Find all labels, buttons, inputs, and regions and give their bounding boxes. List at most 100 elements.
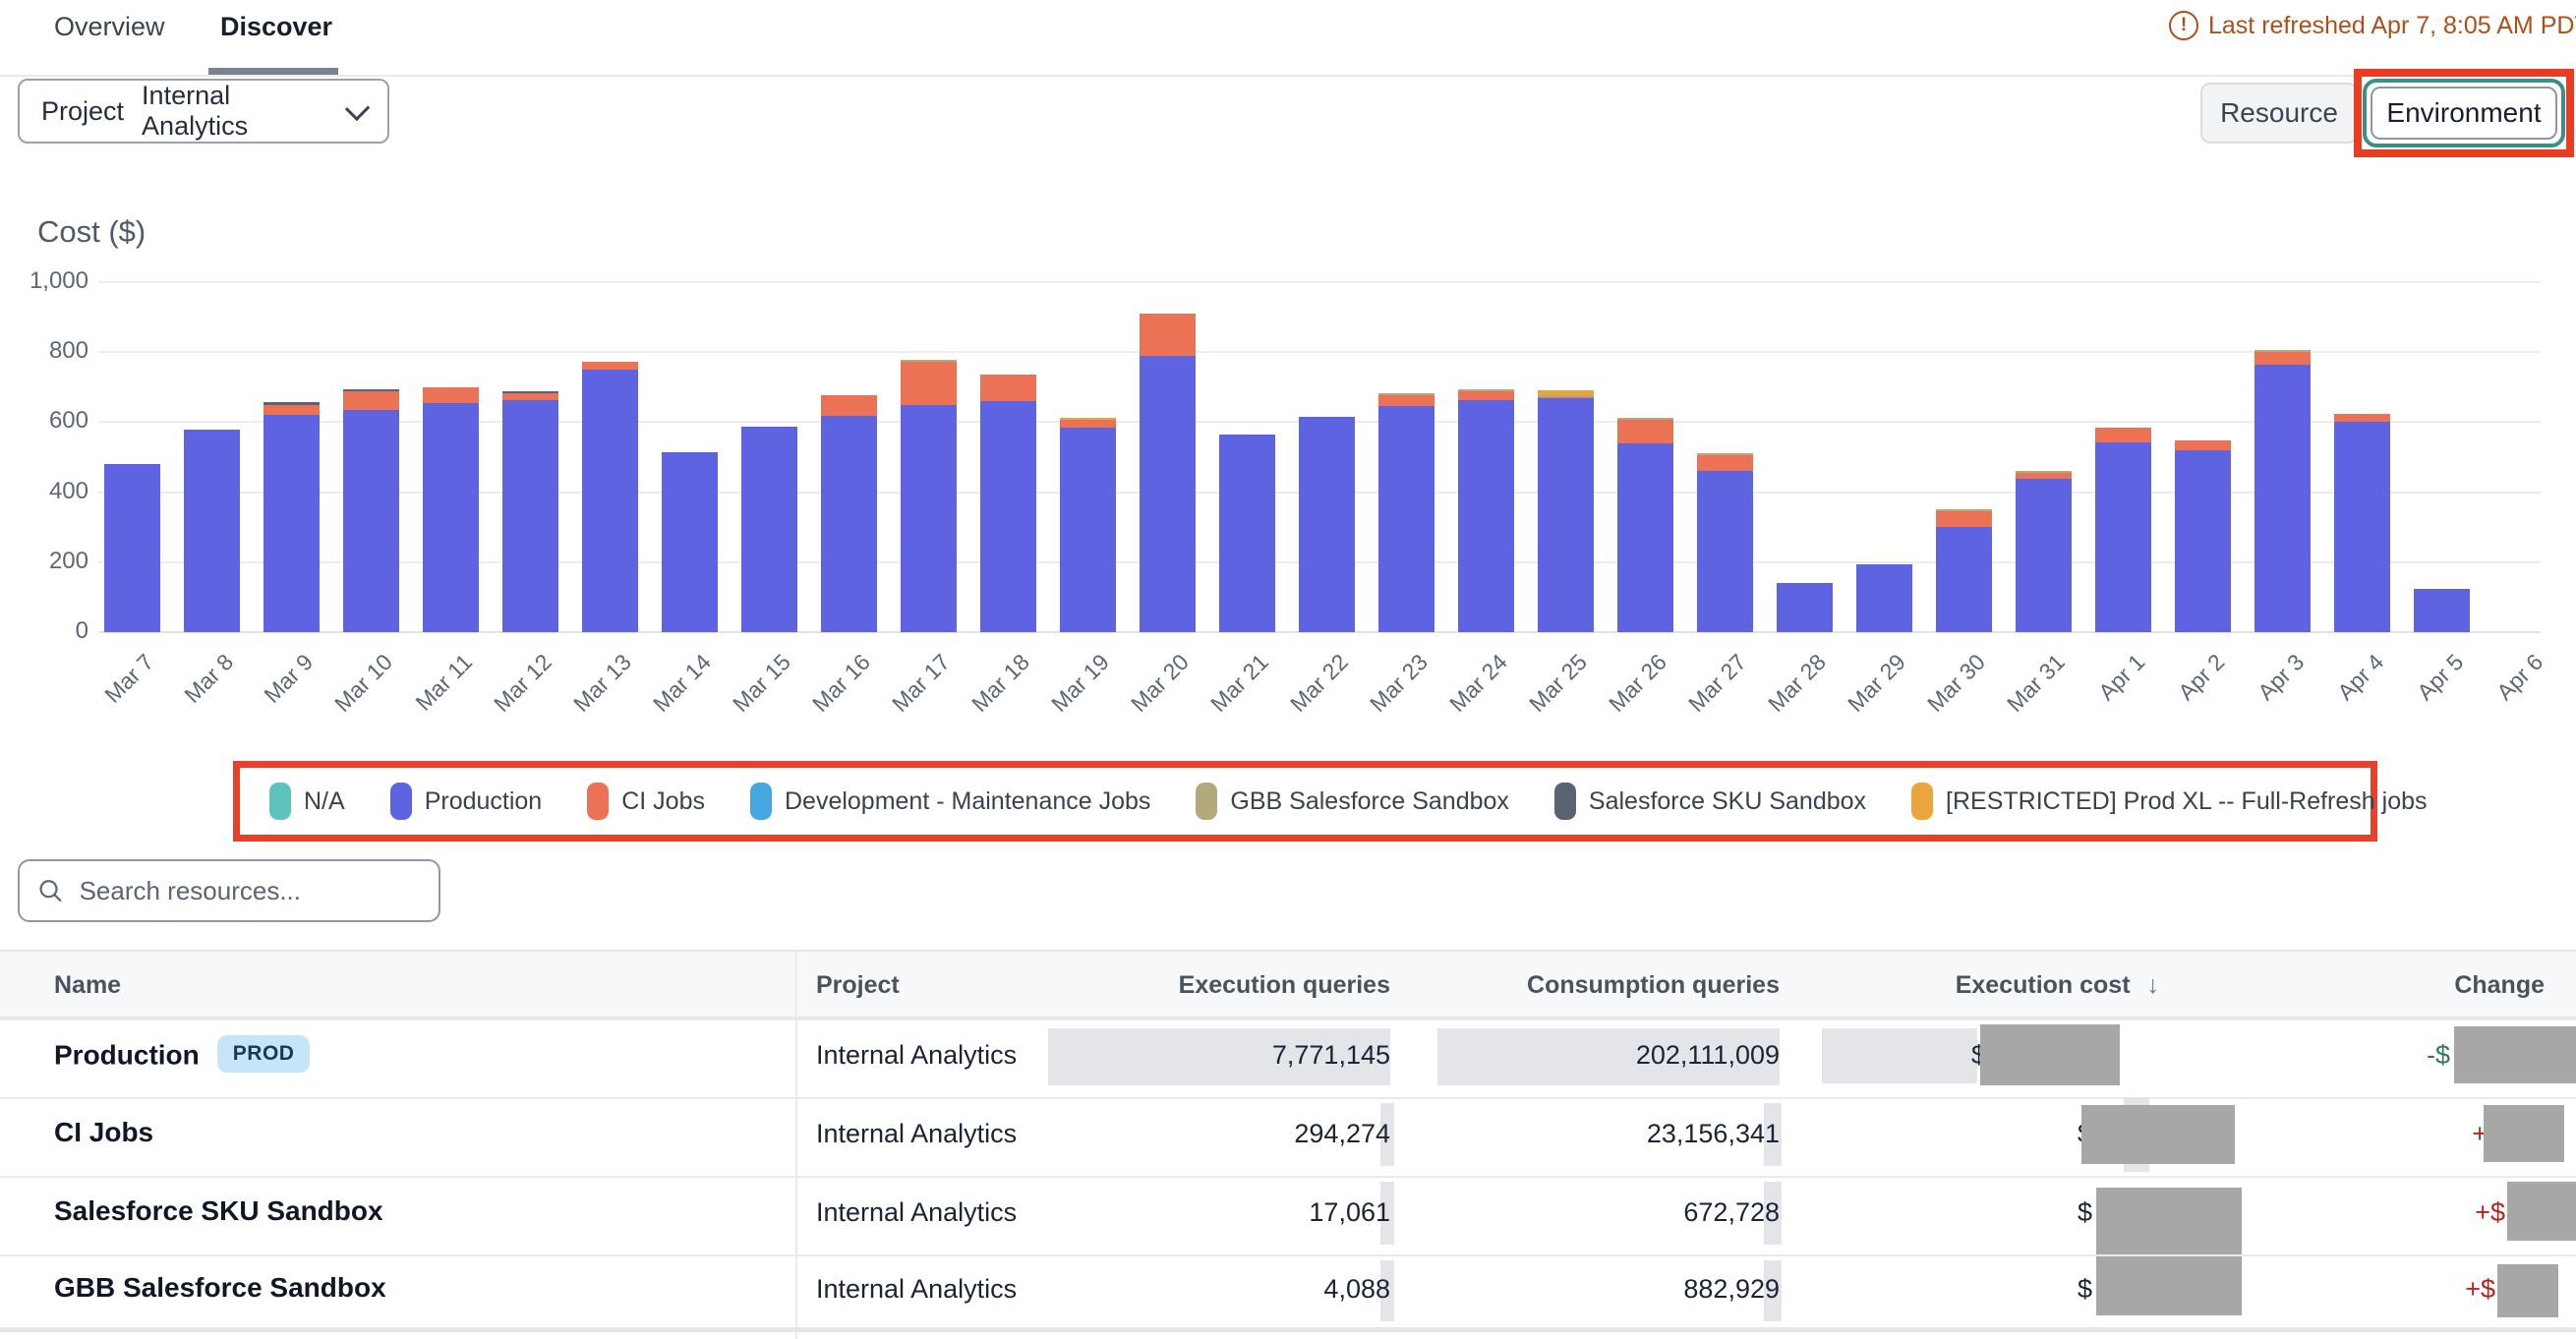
bar-segment-mar-12[interactable] xyxy=(502,400,558,632)
bar-segment-apr-3[interactable] xyxy=(2254,365,2311,632)
bar-segment-mar-15[interactable] xyxy=(741,427,797,632)
bar-segment-mar-12[interactable] xyxy=(502,393,558,400)
redacted-cost-value xyxy=(1980,1024,2120,1085)
bar-segment-mar-9[interactable] xyxy=(263,402,320,404)
bar-segment-mar-17[interactable] xyxy=(901,360,957,362)
bar-segment-mar-14[interactable] xyxy=(662,452,718,632)
bar-segment-mar-9[interactable] xyxy=(263,415,320,632)
bar-segment-apr-2[interactable] xyxy=(2175,440,2231,450)
bar-segment-mar-29[interactable] xyxy=(1856,564,1912,632)
bar-segment-mar-30[interactable] xyxy=(1936,509,1992,511)
bar-segment-mar-17[interactable] xyxy=(901,405,957,632)
bar-segment-mar-26[interactable] xyxy=(1617,443,1673,632)
consumption-queries-cell: 882,929 xyxy=(1683,1274,1780,1305)
x-axis-tick-label: Apr 4 xyxy=(2332,649,2389,706)
x-axis-tick-label: Mar 21 xyxy=(1205,649,1274,718)
search-input[interactable] xyxy=(78,875,421,907)
bar-segment-mar-13[interactable] xyxy=(582,362,638,370)
bar-segment-mar-31[interactable] xyxy=(2016,479,2072,632)
bar-segment-mar-9[interactable] xyxy=(263,405,320,416)
project-filter-label: Project xyxy=(41,96,124,127)
col-header-consumption-queries[interactable]: Consumption queries xyxy=(1527,971,1780,1000)
bar-segment-mar-11[interactable] xyxy=(423,403,479,632)
bar-segment-apr-1[interactable] xyxy=(2095,428,2151,442)
bar-segment-mar-10[interactable] xyxy=(343,390,399,410)
environment-toggle-button[interactable]: Environment xyxy=(2371,87,2557,140)
bar-segment-mar-18[interactable] xyxy=(980,375,1036,401)
bar-segment-mar-27[interactable] xyxy=(1697,471,1753,632)
bar-segment-mar-30[interactable] xyxy=(1936,527,1992,632)
bar-segment-mar-25[interactable] xyxy=(1538,398,1594,632)
prod-badge: PROD xyxy=(217,1035,311,1073)
resource-name[interactable]: CI Jobs xyxy=(54,1117,153,1148)
bar-segment-mar-20[interactable] xyxy=(1140,356,1196,632)
legend-item-production[interactable]: Production xyxy=(390,783,543,820)
bar-segment-mar-22[interactable] xyxy=(1299,417,1355,632)
bar-segment-mar-26[interactable] xyxy=(1617,419,1673,443)
bar-segment-mar-23[interactable] xyxy=(1378,393,1434,395)
col-header-project[interactable]: Project xyxy=(816,971,900,1000)
resource-name[interactable]: ProductionPROD xyxy=(54,1038,310,1076)
legend-item--restricted-prod-xl-full-refresh-jobs[interactable]: [RESTRICTED] Prod XL -- Full-Refresh job… xyxy=(1911,783,2427,820)
bar-segment-mar-11[interactable] xyxy=(423,387,479,403)
bar-segment-apr-2[interactable] xyxy=(2175,450,2231,632)
search-box[interactable] xyxy=(18,859,440,922)
bar-segment-mar-12[interactable] xyxy=(502,391,558,393)
legend-item-gbb-salesforce-sandbox[interactable]: GBB Salesforce Sandbox xyxy=(1196,783,1509,820)
bar-segment-mar-23[interactable] xyxy=(1378,394,1434,406)
bar-segment-apr-3[interactable] xyxy=(2254,351,2311,365)
bar-segment-mar-25[interactable] xyxy=(1538,390,1594,395)
bar-segment-mar-24[interactable] xyxy=(1458,400,1514,632)
bar-segment-apr-4[interactable] xyxy=(2334,414,2390,422)
bar-segment-mar-16[interactable] xyxy=(821,395,877,416)
bar-segment-apr-1[interactable] xyxy=(2095,442,2151,632)
bar-segment-mar-30[interactable] xyxy=(1936,511,1992,527)
tab-discover[interactable]: Discover xyxy=(220,12,332,42)
bar-segment-mar-24[interactable] xyxy=(1458,389,1514,391)
bar-segment-apr-5[interactable] xyxy=(2414,589,2470,632)
bar-segment-mar-17[interactable] xyxy=(901,362,957,406)
bar-segment-mar-19[interactable] xyxy=(1060,418,1116,420)
bar-segment-mar-26[interactable] xyxy=(1617,418,1673,420)
bar-segment-mar-27[interactable] xyxy=(1697,453,1753,455)
col-header-change[interactable]: Change xyxy=(2454,971,2545,1000)
bar-segment-mar-19[interactable] xyxy=(1060,420,1116,428)
bar-segment-apr-4[interactable] xyxy=(2334,422,2390,632)
legend-label: GBB Salesforce Sandbox xyxy=(1230,787,1509,816)
resource-name[interactable]: GBB Salesforce Sandbox xyxy=(54,1272,386,1304)
header-divider xyxy=(0,75,2576,77)
bar-segment-mar-10[interactable] xyxy=(343,410,399,632)
project-filter-dropdown[interactable]: Project Internal Analytics xyxy=(18,79,389,144)
bar-segment-mar-27[interactable] xyxy=(1697,455,1753,471)
x-axis-tick-label: Mar 11 xyxy=(410,649,478,717)
bar-segment-mar-31[interactable] xyxy=(2016,472,2072,480)
legend-item-ci-jobs[interactable]: CI Jobs xyxy=(587,783,705,820)
col-header-execution-cost[interactable]: Execution cost ↓ xyxy=(1956,971,2159,1000)
bar-segment-mar-23[interactable] xyxy=(1378,406,1434,632)
bar-segment-mar-10[interactable] xyxy=(343,389,399,391)
bar-segment-mar-24[interactable] xyxy=(1458,390,1514,400)
col-header-name[interactable]: Name xyxy=(54,971,121,1000)
legend-swatch-icon xyxy=(1554,783,1576,820)
resource-name[interactable]: Salesforce SKU Sandbox xyxy=(54,1195,383,1227)
table-row-divider xyxy=(0,1019,2576,1020)
legend-item-salesforce-sku-sandbox[interactable]: Salesforce SKU Sandbox xyxy=(1554,783,1866,820)
resource-toggle-button[interactable]: Resource xyxy=(2200,83,2358,144)
bar-segment-mar-20[interactable] xyxy=(1140,314,1196,356)
bar-segment-mar-31[interactable] xyxy=(2016,471,2072,473)
bar-segment-mar-19[interactable] xyxy=(1060,428,1116,632)
execution-queries-cell: 17,061 xyxy=(1309,1197,1390,1228)
tab-overview[interactable]: Overview xyxy=(54,12,165,42)
bar-segment-mar-16[interactable] xyxy=(821,416,877,632)
bar-segment-mar-21[interactable] xyxy=(1219,435,1275,632)
legend-item-n-a[interactable]: N/A xyxy=(269,783,345,820)
bar-segment-mar-28[interactable] xyxy=(1777,583,1833,632)
bar-segment-mar-18[interactable] xyxy=(980,401,1036,632)
bar-segment-apr-3[interactable] xyxy=(2254,350,2311,352)
bar-segment-mar-25[interactable] xyxy=(1538,395,1594,397)
legend-item-development-maintenance-jobs[interactable]: Development - Maintenance Jobs xyxy=(750,783,1150,820)
bar-segment-mar-8[interactable] xyxy=(184,430,240,632)
bar-segment-mar-13[interactable] xyxy=(582,370,638,632)
col-header-execution-queries[interactable]: Execution queries xyxy=(1179,971,1390,1000)
bar-segment-mar-7[interactable] xyxy=(104,464,160,632)
